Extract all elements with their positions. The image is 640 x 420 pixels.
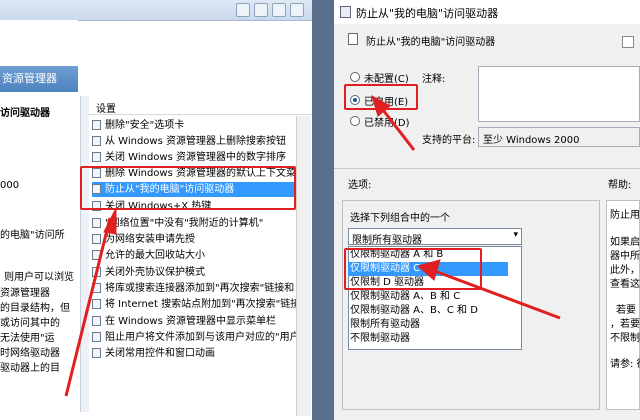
arrow-head	[103, 207, 117, 235]
annotation-arrows	[64, 94, 561, 397]
arrow-head	[416, 259, 441, 281]
arrow-to-enabled	[378, 105, 416, 151]
arrow-to-policy	[64, 217, 112, 397]
arrow-to-drive-c	[431, 268, 561, 320]
